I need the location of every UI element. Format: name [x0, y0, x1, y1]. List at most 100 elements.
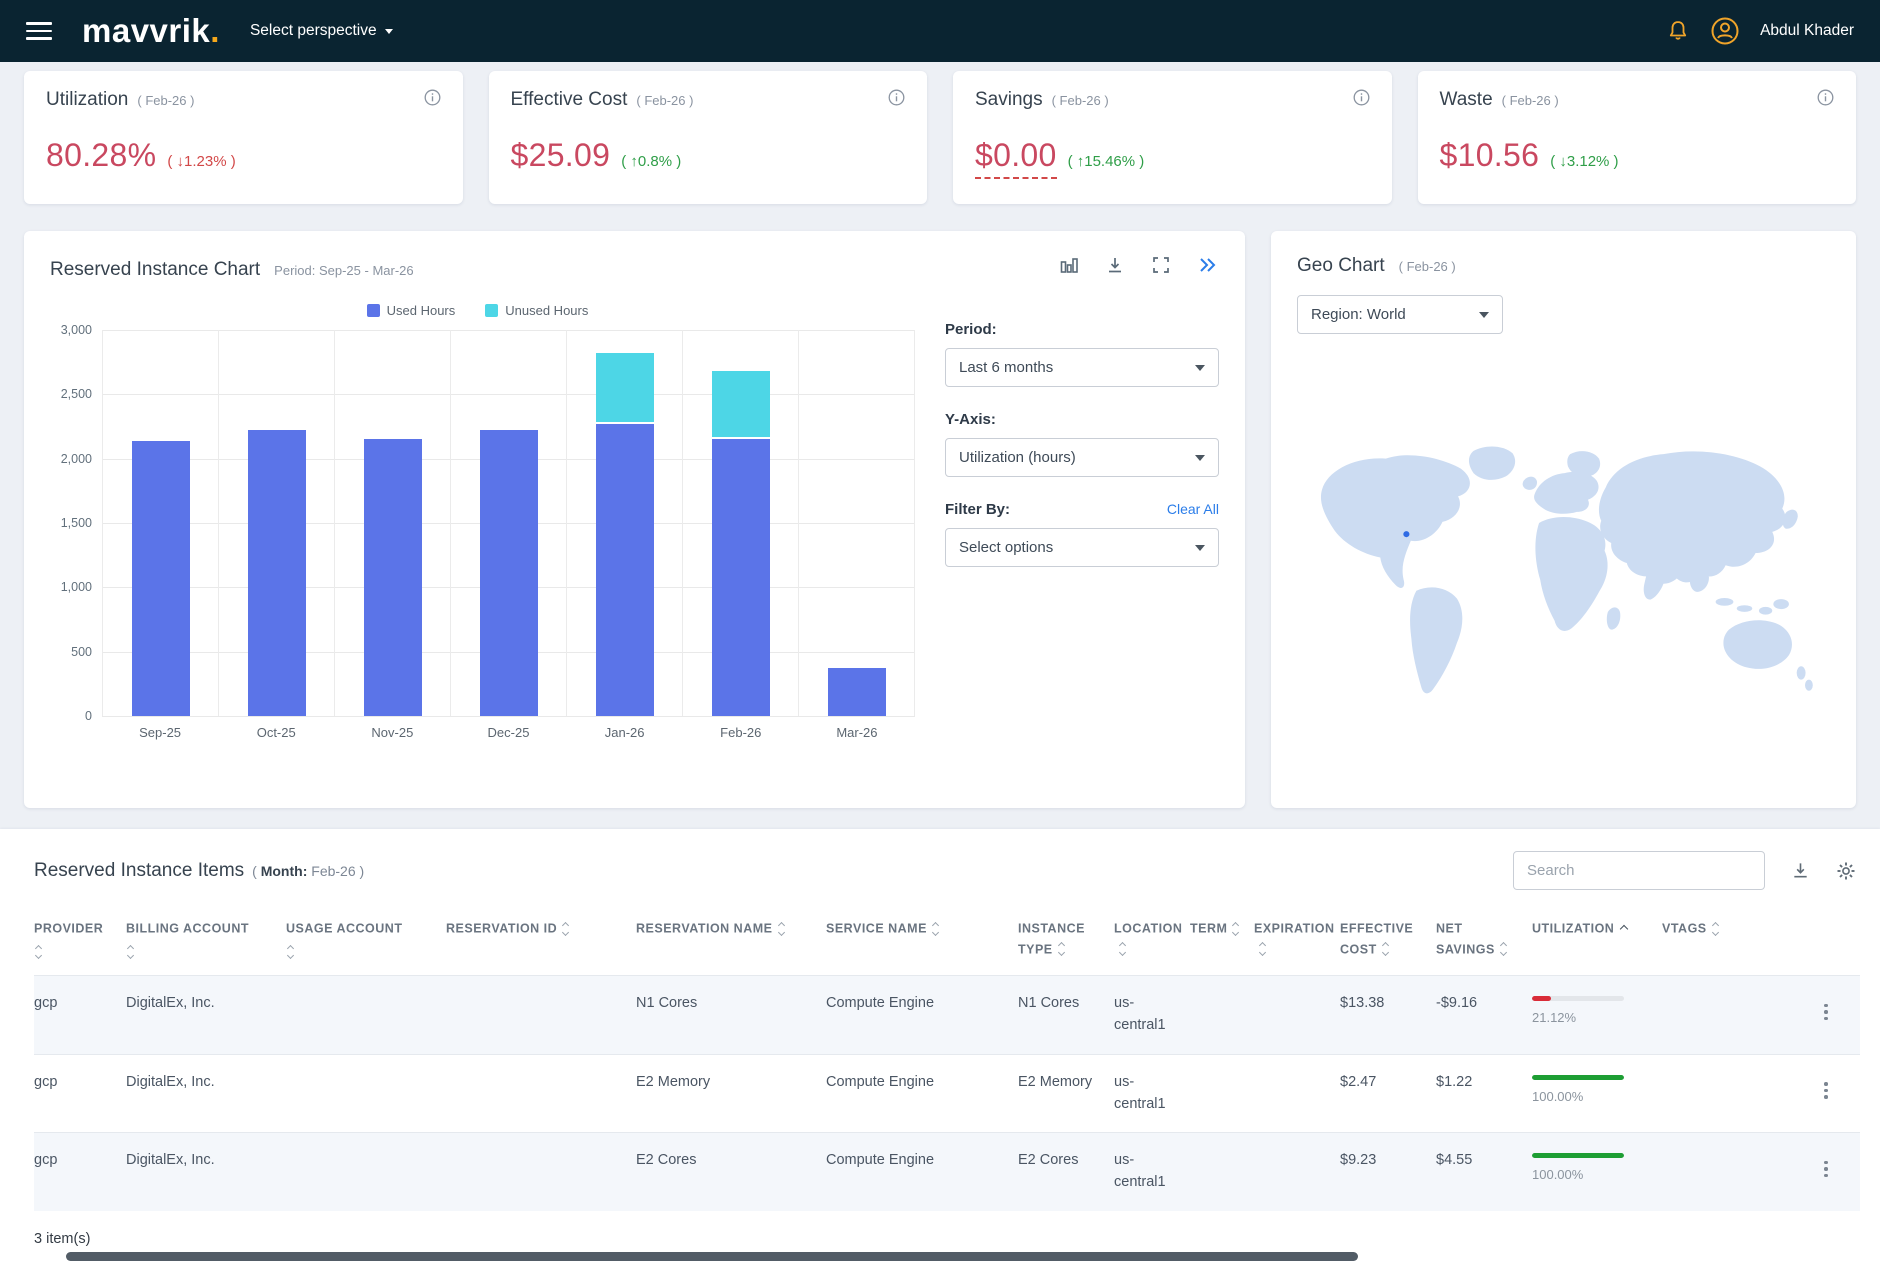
cell-location: us-central1 [1114, 1054, 1190, 1133]
bar-Nov-25[interactable] [364, 330, 422, 716]
column-label: USAGE ACCOUNT [286, 922, 402, 936]
period-select[interactable]: Last 6 months [945, 348, 1219, 387]
sort-icon [779, 923, 784, 935]
column-header-provider[interactable]: PROVIDER [34, 914, 126, 976]
bar-Oct-25[interactable] [248, 330, 306, 716]
column-label: SERVICE NAME [826, 922, 927, 936]
info-icon[interactable] [888, 89, 905, 111]
chart-x-axis: Sep-25Oct-25Nov-25Dec-25Jan-26Feb-26Mar-… [102, 725, 915, 740]
bar-segment-used [480, 430, 538, 716]
utilization-percent-label: 100.00% [1532, 1165, 1652, 1185]
bar-Feb-26[interactable] [712, 330, 770, 716]
info-icon[interactable] [424, 89, 441, 111]
user-avatar-icon[interactable] [1710, 16, 1740, 46]
row-actions-kebab-icon[interactable] [1820, 1002, 1832, 1023]
settings-gear-icon[interactable] [1836, 861, 1856, 881]
download-icon[interactable] [1105, 255, 1125, 275]
column-header-net_savings[interactable]: NET SAVINGS [1436, 914, 1532, 976]
cell-utilization: 21.12% [1532, 976, 1662, 1055]
column-header-vtags[interactable]: VTAGS [1662, 914, 1820, 976]
chart-type-icon[interactable] [1059, 255, 1079, 275]
table-item-count: 3 item(s) [0, 1211, 1880, 1247]
kpi-card: Savings ( Feb-26 ) $0.00 ( ↑15.46% ) [953, 71, 1392, 204]
info-icon[interactable] [1353, 89, 1370, 111]
sort-icon [1120, 943, 1125, 955]
perspective-dropdown[interactable]: Select perspective [250, 22, 393, 40]
sort-icon [288, 946, 436, 958]
x-tick-label: Feb-26 [683, 725, 799, 740]
column-header-location[interactable]: LOCATION [1114, 914, 1190, 976]
cell-net_savings: $1.22 [1436, 1054, 1532, 1133]
cell-location: us-central1 [1114, 976, 1190, 1055]
column-label: EXPIRATION [1254, 922, 1334, 936]
utilization-percent-label: 100.00% [1532, 1087, 1652, 1107]
column-header-reservation_id[interactable]: RESERVATION ID [446, 914, 636, 976]
bar-Jan-26[interactable] [596, 330, 654, 716]
filter-select[interactable]: Select options [945, 528, 1219, 567]
collapse-panel-icon[interactable] [1197, 256, 1219, 274]
bar-Sep-25[interactable] [132, 330, 190, 716]
column-header-usage_account[interactable]: USAGE ACCOUNT [286, 914, 446, 976]
search-input[interactable] [1513, 851, 1765, 890]
column-header-reservation_name[interactable]: RESERVATION NAME [636, 914, 826, 976]
chart-category [335, 330, 451, 716]
cell-usage_account [286, 976, 446, 1055]
legend-item[interactable]: Unused Hours [485, 303, 588, 318]
chart-legend: Used Hours Unused Hours [50, 303, 905, 318]
user-name[interactable]: Abdul Khader [1760, 22, 1854, 40]
bar-Mar-26[interactable] [828, 330, 886, 716]
world-map [1297, 358, 1830, 793]
legend-item[interactable]: Used Hours [367, 303, 456, 318]
app-logo: mavvrik. [82, 12, 220, 50]
bar-Dec-25[interactable] [480, 330, 538, 716]
kpi-value: $25.09 [511, 137, 611, 174]
row-actions-kebab-icon[interactable] [1820, 1080, 1832, 1101]
column-header-term[interactable]: TERM [1190, 914, 1254, 976]
x-tick-label: Mar-26 [799, 725, 915, 740]
bar-segment-used [132, 441, 190, 716]
geo-chart-period: ( Feb-26 ) [1399, 259, 1456, 274]
cell-usage_account [286, 1133, 446, 1211]
cell-instance_type: E2 Memory [1018, 1054, 1114, 1133]
column-header-expiration[interactable]: EXPIRATION [1254, 914, 1340, 976]
bar-segment-unused [712, 371, 770, 439]
sort-icon [1260, 943, 1265, 955]
cell-billing_account: DigitalEx, Inc. [126, 1133, 286, 1211]
fullscreen-icon[interactable] [1151, 255, 1171, 275]
region-select[interactable]: Region: World [1297, 295, 1503, 334]
utilization-bar-track [1532, 996, 1624, 1001]
clear-all-link[interactable]: Clear All [1167, 501, 1219, 517]
column-header-utilization[interactable]: UTILIZATION [1532, 914, 1662, 976]
row-actions-kebab-icon[interactable] [1820, 1159, 1832, 1180]
column-header-billing_account[interactable]: BILLING ACCOUNT [126, 914, 286, 976]
legend-swatch [485, 304, 498, 317]
column-header-effective_cost[interactable]: EFFECTIVE COST [1340, 914, 1436, 976]
perspective-label: Select perspective [250, 22, 377, 40]
cell-reservation_id [446, 1054, 636, 1133]
logo-dot: . [210, 12, 220, 49]
column-header-service_name[interactable]: SERVICE NAME [826, 914, 1018, 976]
hamburger-menu-icon[interactable] [26, 22, 52, 40]
kpi-title: Savings [975, 89, 1043, 111]
kpi-period: ( Feb-26 ) [137, 93, 194, 108]
y-tick-label: 1,000 [61, 580, 92, 594]
kpi-card: Effective Cost ( Feb-26 ) $25.09 ( ↑0.8%… [489, 71, 928, 204]
reserved-instance-items-table: PROVIDER BILLING ACCOUNTUSAGE ACCOUNT RESE… [34, 914, 1860, 1211]
download-table-icon[interactable] [1791, 861, 1810, 880]
yaxis-select[interactable]: Utilization (hours) [945, 438, 1219, 477]
column-label: PROVIDER [34, 922, 103, 936]
period-select-value: Last 6 months [959, 359, 1053, 376]
horizontal-scrollbar-thumb[interactable] [66, 1252, 1358, 1261]
cell-reservation_name: N1 Cores [636, 976, 826, 1055]
info-icon[interactable] [1817, 89, 1834, 111]
chevron-down-icon [1195, 365, 1205, 371]
table-title: Reserved Instance Items [34, 860, 244, 882]
chart-controls: Period: Last 6 months Y-Axis: Utilizatio… [945, 287, 1219, 740]
region-select-value: Region: World [1311, 306, 1406, 323]
column-header-instance_type[interactable]: INSTANCE TYPE [1018, 914, 1114, 976]
bar-segment-unused [596, 353, 654, 424]
notification-bell-icon[interactable] [1666, 19, 1690, 43]
cell-reservation_id [446, 1133, 636, 1211]
kpi-value: $0.00 [975, 137, 1057, 179]
chevron-down-icon [1195, 455, 1205, 461]
